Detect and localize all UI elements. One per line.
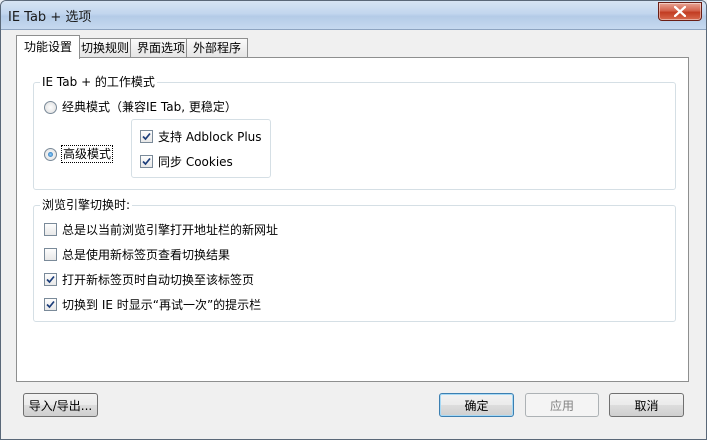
adblock-label: 支持 Adblock Plus xyxy=(158,130,262,144)
tab-label: 功能设置 xyxy=(23,40,72,54)
check-icon xyxy=(46,300,55,309)
advanced-mode-label: 高级模式 xyxy=(60,145,114,163)
advanced-options-group: 支持 Adblock Plus 同步 Cookies xyxy=(131,119,271,178)
open-new-url-label: 总是以当前浏览引擎打开地址栏的新网址 xyxy=(62,223,279,237)
checkbox[interactable] xyxy=(44,273,57,286)
engine-switch-group: 浏览引擎切换时: 总是以当前浏览引擎打开地址栏的新网址 总是使用新标签页查看切换… xyxy=(33,198,676,322)
tab-switch-rules[interactable]: 切换规则 xyxy=(74,38,136,58)
cancel-button[interactable]: 取消 xyxy=(609,393,684,417)
checkbox[interactable] xyxy=(44,298,57,311)
retry-bar-label: 切换到 IE 时显示“再试一次”的提示栏 xyxy=(62,298,262,312)
checkbox[interactable] xyxy=(44,248,57,261)
tab-panel-features: IE Tab + 的工作模式 经典模式（兼容IE Tab, 更稳定） 高级模式 … xyxy=(16,57,689,382)
options-window: IE Tab + 选项 功能设置 切换规则 界面选项 外部程序 IE Tab +… xyxy=(0,0,707,440)
tab-features[interactable]: 功能设置 xyxy=(16,35,80,59)
radio-button[interactable] xyxy=(44,101,57,114)
use-new-tab-label: 总是使用新标签页查看切换结果 xyxy=(62,248,231,262)
auto-switch-tab-label: 打开新标签页时自动切换至该标签页 xyxy=(62,273,255,287)
tab-external-programs[interactable]: 外部程序 xyxy=(186,38,248,58)
window-title: IE Tab + 选项 xyxy=(8,10,92,25)
close-button[interactable] xyxy=(658,2,702,21)
work-mode-group: IE Tab + 的工作模式 经典模式（兼容IE Tab, 更稳定） 高级模式 … xyxy=(33,75,676,190)
close-icon xyxy=(674,6,686,17)
tab-interface[interactable]: 界面选项 xyxy=(130,38,192,58)
check-icon xyxy=(142,157,151,166)
classic-mode-label: 经典模式（兼容IE Tab, 更稳定） xyxy=(62,100,237,114)
import-export-button[interactable]: 导入/导出... xyxy=(23,393,98,417)
check-icon xyxy=(142,132,151,141)
work-mode-group-title: IE Tab + 的工作模式 xyxy=(40,75,157,89)
title-bar[interactable]: IE Tab + 选项 xyxy=(1,1,706,30)
ok-button[interactable]: 确定 xyxy=(439,393,514,417)
radio-button[interactable] xyxy=(44,148,57,161)
checkbox[interactable] xyxy=(140,155,153,168)
check-icon xyxy=(46,275,55,284)
tab-label: 界面选项 xyxy=(136,41,185,55)
checkbox[interactable] xyxy=(44,223,57,236)
apply-button[interactable]: 应用 xyxy=(525,393,599,417)
tab-label: 切换规则 xyxy=(80,41,129,55)
engine-switch-group-title: 浏览引擎切换时: xyxy=(40,198,133,212)
checkbox[interactable] xyxy=(140,130,153,143)
dialog-client: 功能设置 切换规则 界面选项 外部程序 IE Tab + 的工作模式 经典模式（… xyxy=(8,30,698,433)
cookies-label: 同步 Cookies xyxy=(158,155,233,169)
tab-label: 外部程序 xyxy=(192,41,241,55)
